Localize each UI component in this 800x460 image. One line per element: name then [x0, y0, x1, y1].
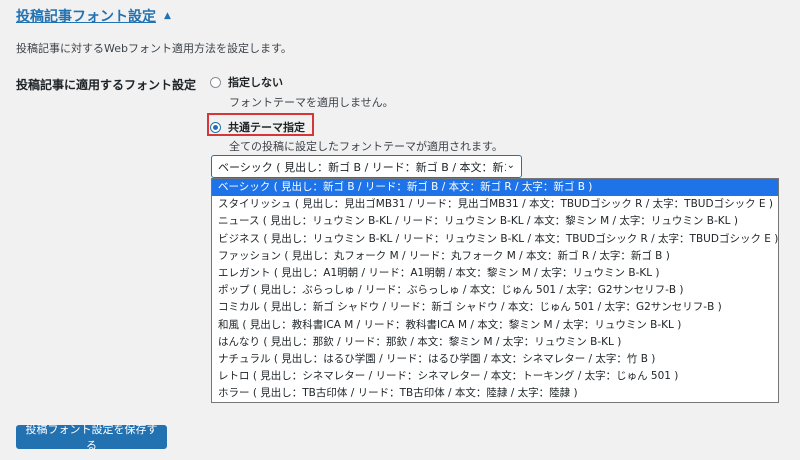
section-title[interactable]: 投稿記事フォント設定 [16, 6, 156, 26]
font-theme-dropdown[interactable]: ベーシック ( 見出し：新ゴ B / リード：新ゴ B / 本文：新ゴ R / … [211, 178, 779, 403]
triangle-up-icon[interactable]: ▲ [164, 11, 171, 21]
dropdown-option[interactable]: ファッション ( 見出し：丸フォーク M / リード：丸フォーク M / 本文：… [212, 248, 778, 265]
section-header[interactable]: 投稿記事フォント設定 ▲ [16, 6, 171, 26]
radio-button-common-theme[interactable] [210, 121, 221, 133]
radio-option-common-theme[interactable]: 共通テーマ指定 [210, 119, 305, 135]
dropdown-option[interactable]: はんなり ( 見出し：那欽 / リード：那欽 / 本文：黎ミン M / 太字：リ… [212, 334, 778, 351]
dropdown-option[interactable]: ホラー ( 見出し：TB古印体 / リード：TB古印体 / 本文：陸隷 / 太字… [212, 385, 778, 402]
radio-label-none[interactable]: 指定しない [228, 74, 283, 90]
radio-option-none[interactable]: 指定しない [210, 74, 283, 90]
radio-button-none[interactable] [210, 76, 221, 88]
radio-label-common-theme[interactable]: 共通テーマ指定 [228, 119, 305, 135]
dropdown-option[interactable]: ポップ ( 見出し：ぶらっしゅ / リード：ぶらっしゅ / 本文：じゅん 501… [212, 282, 778, 299]
dropdown-option[interactable]: コミカル ( 見出し：新ゴ シャドウ / リード：新ゴ シャドウ / 本文：じゅ… [212, 299, 778, 316]
dropdown-option[interactable]: 和風 ( 見出し：教科書ICA M / リード：教科書ICA M / 本文：黎ミ… [212, 317, 778, 334]
save-button[interactable]: 投稿フォント設定を保存する [16, 423, 167, 452]
dropdown-option[interactable]: スタイリッシュ ( 見出し：見出ゴMB31 / リード：見出ゴMB31 / 本文… [212, 196, 778, 213]
section-description: 投稿記事に対するWebフォント適用方法を設定します。 [16, 42, 292, 55]
font-theme-select-value: ベーシック ( 見出し：新ゴ B / リード：新ゴ B / 本文：新ゴ R / … [218, 160, 506, 174]
dropdown-option[interactable]: エレガント ( 見出し：A1明朝 / リード：A1明朝 / 本文：黎ミン M /… [212, 265, 778, 282]
dropdown-option[interactable]: ビジネス ( 見出し：リュウミン B-KL / リード：リュウミン B-KL /… [212, 231, 778, 248]
setting-label: 投稿記事に適用するフォント設定 [16, 78, 197, 92]
dropdown-option[interactable]: レトロ ( 見出し：シネマレター / リード：シネマレター / 本文：トーキング… [212, 368, 778, 385]
chevron-down-icon[interactable]: ⌄ [507, 160, 515, 171]
font-theme-select[interactable]: ベーシック ( 見出し：新ゴ B / リード：新ゴ B / 本文：新ゴ R / … [211, 155, 522, 178]
dropdown-option[interactable]: ナチュラル ( 見出し：はるひ学園 / リード：はるひ学園 / 本文：シネマレタ… [212, 351, 778, 368]
radio-sub-common-theme: 全ての投稿に設定したフォントテーマが適用されます。 [229, 140, 503, 153]
radio-sub-none: フォントテーマを適用しません。 [229, 96, 394, 109]
dropdown-option[interactable]: ベーシック ( 見出し：新ゴ B / リード：新ゴ B / 本文：新ゴ R / … [212, 179, 778, 197]
dropdown-option[interactable]: ニュース ( 見出し：リュウミン B-KL / リード：リュウミン B-KL /… [212, 213, 778, 230]
